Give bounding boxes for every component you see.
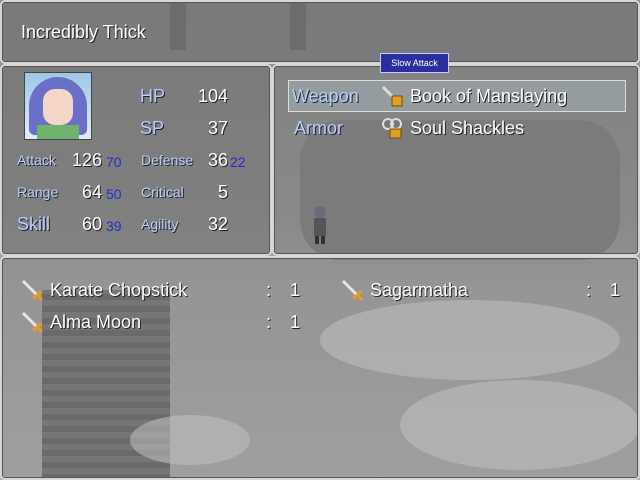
stat-label-range: Range [17, 184, 59, 200]
shackles-icon [382, 118, 402, 139]
item-separator: : [586, 280, 592, 300]
stat-bonus-skill: 39 [106, 218, 122, 234]
slot-label-armor: Armor [294, 118, 343, 138]
item-name: Sagarmatha [370, 280, 469, 300]
stat-bonus-range: 50 [106, 186, 122, 202]
sp-label: SP [140, 118, 165, 138]
sp-value: 37 [207, 118, 228, 138]
item-count: 1 [290, 280, 301, 300]
stat-label-critical: Critical [141, 184, 184, 200]
stat-label-skill: Skill [17, 214, 51, 234]
stat-value-agility: 32 [207, 214, 228, 234]
stat-value-attack: 126 [71, 150, 102, 170]
hp-value: 104 [197, 86, 228, 106]
slot-label-weapon: Weapon [292, 86, 359, 106]
stat-value-range: 64 [81, 182, 102, 202]
stat-value-skill: 60 [81, 214, 102, 234]
stat-label-agility: Agility [141, 216, 179, 232]
item-separator: : [266, 280, 272, 300]
character-sprite [314, 206, 326, 244]
status-window: HP 104 SP 37 Attack 126 70 Defense 36 22… [0, 64, 272, 256]
inventory-window: Karate Chopstick : 1 Sagarmatha : 1 Alma… [0, 256, 640, 480]
stat-value-defense: 36 [207, 150, 228, 170]
sword-icon [341, 279, 364, 302]
stat-label-defense: Defense [141, 152, 194, 168]
help-tooltip: Slow Attack [380, 53, 449, 73]
window-title: Incredibly Thick [21, 22, 146, 42]
item-separator: : [266, 312, 272, 332]
stat-bonus-defense: 22 [230, 154, 246, 170]
item-name: Alma Moon [50, 312, 142, 332]
hp-label: HP [140, 86, 166, 106]
weapon-name: Book of Manslaying [410, 86, 568, 106]
character-portrait [24, 72, 92, 140]
sword-icon [21, 311, 44, 334]
stat-bonus-attack: 70 [106, 154, 122, 170]
stat-value-critical: 5 [217, 182, 228, 202]
item-count: 1 [290, 312, 301, 332]
book-icon [381, 85, 403, 107]
armor-name: Soul Shackles [410, 118, 525, 138]
item-count: 1 [610, 280, 621, 300]
sword-icon [21, 279, 44, 302]
stat-label-attack: Attack [17, 152, 56, 168]
title-window: Incredibly Thick [0, 0, 640, 64]
item-name: Karate Chopstick [50, 280, 188, 300]
